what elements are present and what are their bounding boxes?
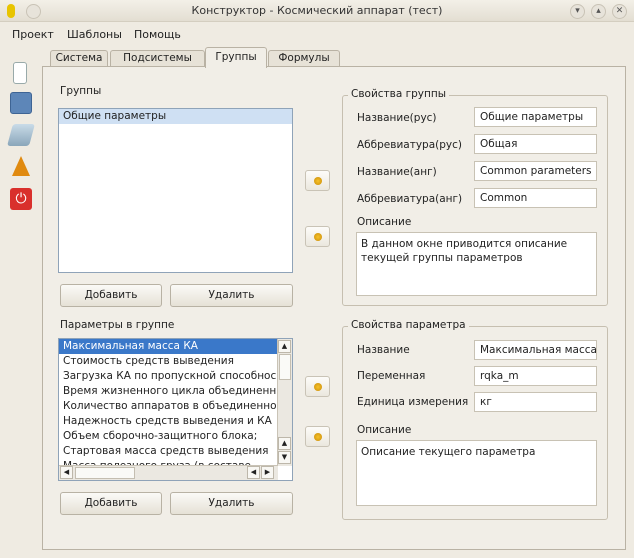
list-item[interactable]: Максимальная масса КА (59, 339, 292, 354)
save-icon[interactable] (10, 92, 32, 114)
unit-input[interactable]: кг (474, 392, 597, 412)
scroll-left-button-2[interactable]: ◀ (247, 466, 260, 479)
list-item[interactable]: Загрузка КА по пропускной способнос (59, 369, 292, 384)
abbr-en-label: Аббревиатура(анг) (357, 193, 463, 205)
tab-groups[interactable]: Группы (205, 47, 267, 68)
new-document-icon[interactable] (13, 62, 27, 84)
side-toolbar: ⏻ (4, 60, 36, 210)
param-name-label: Название (357, 344, 410, 356)
param-description-textarea[interactable]: Описание текущего параметра (356, 440, 597, 506)
tab-system[interactable]: Система (50, 50, 108, 67)
scroll-down-button[interactable]: ▼ (278, 451, 291, 464)
move-param-up-button[interactable] (305, 376, 330, 397)
scroll-up-button-2[interactable]: ▲ (278, 437, 291, 450)
name-en-input[interactable]: Common parameters (474, 161, 597, 181)
menu-project[interactable]: Проект (12, 28, 54, 41)
variable-input[interactable]: rqka_m (474, 366, 597, 386)
title-bar: Конструктор - Космический аппарат (тест)… (0, 0, 634, 22)
list-item[interactable]: Количество аппаратов в объединенно (59, 399, 292, 414)
maximize-button[interactable]: ▴ (591, 4, 606, 19)
abbr-en-input[interactable]: Common (474, 188, 597, 208)
params-label: Параметры в группе (60, 319, 175, 331)
scroll-left-button[interactable]: ◀ (60, 466, 73, 479)
group-properties-title: Свойства группы (348, 88, 450, 100)
window-title: Конструктор - Космический аппарат (тест) (191, 4, 443, 17)
horizontal-scrollbar[interactable]: ◀ ◀ ▶ (59, 465, 278, 480)
close-button[interactable]: ✕ (612, 4, 627, 19)
scroll-up-button[interactable]: ▲ (278, 340, 291, 353)
abbr-ru-label: Аббревиатура(рус) (357, 139, 462, 151)
list-item[interactable]: Общие параметры (59, 109, 292, 124)
add-param-button[interactable]: Добавить (60, 492, 162, 515)
vlc-cone-icon[interactable] (12, 156, 30, 176)
list-item[interactable]: Время жизненного цикла объединенн (59, 384, 292, 399)
group-description-textarea[interactable]: В данном окне приводится описание текуще… (356, 232, 597, 296)
variable-label: Переменная (357, 370, 426, 382)
name-en-label: Название(анг) (357, 166, 437, 178)
minimize-button[interactable]: ▾ (570, 4, 585, 19)
groups-label: Группы (60, 85, 102, 97)
scroll-thumb[interactable] (279, 354, 291, 380)
name-ru-label: Название(рус) (357, 112, 437, 124)
unit-label: Единица измерения (357, 396, 469, 408)
param-description-label: Описание (357, 424, 412, 436)
arrow-up-icon (314, 383, 322, 391)
list-item[interactable]: Надежность средств выведения и КА (59, 414, 292, 429)
abbr-ru-input[interactable]: Общая (474, 134, 597, 154)
move-group-up-button[interactable] (305, 170, 330, 191)
list-item[interactable]: Объем сборочно-защитного блока; (59, 429, 292, 444)
params-list[interactable]: Максимальная масса КА Стоимость средств … (58, 338, 293, 481)
move-param-down-button[interactable] (305, 426, 330, 447)
list-item[interactable]: Стоимость средств выведения (59, 354, 292, 369)
database-icon[interactable] (7, 124, 35, 146)
list-item[interactable]: Стартовая масса средств выведения (59, 444, 292, 459)
groups-list[interactable]: Общие параметры (58, 108, 293, 273)
param-properties-title: Свойства параметра (348, 319, 469, 331)
param-name-input[interactable]: Максимальная масса (474, 340, 597, 360)
menu-help[interactable]: Помощь (134, 28, 181, 41)
power-exit-icon[interactable]: ⏻ (10, 188, 32, 210)
scroll-thumb[interactable] (75, 467, 135, 479)
delete-group-button[interactable]: Удалить (170, 284, 293, 307)
delete-param-button[interactable]: Удалить (170, 492, 293, 515)
arrow-down-icon (314, 433, 322, 441)
add-group-button[interactable]: Добавить (60, 284, 162, 307)
arrow-down-icon (314, 233, 322, 241)
tab-subsystems[interactable]: Подсистемы (110, 50, 205, 67)
group-description-label: Описание (357, 216, 412, 228)
menu-templates[interactable]: Шаблоны (67, 28, 122, 41)
tab-formulas[interactable]: Формулы (268, 50, 340, 67)
arrow-up-icon (314, 177, 322, 185)
name-ru-input[interactable]: Общие параметры (474, 107, 597, 127)
move-group-down-button[interactable] (305, 226, 330, 247)
scroll-right-button[interactable]: ▶ (261, 466, 274, 479)
vertical-scrollbar[interactable]: ▲ ▲ ▼ (277, 339, 292, 466)
